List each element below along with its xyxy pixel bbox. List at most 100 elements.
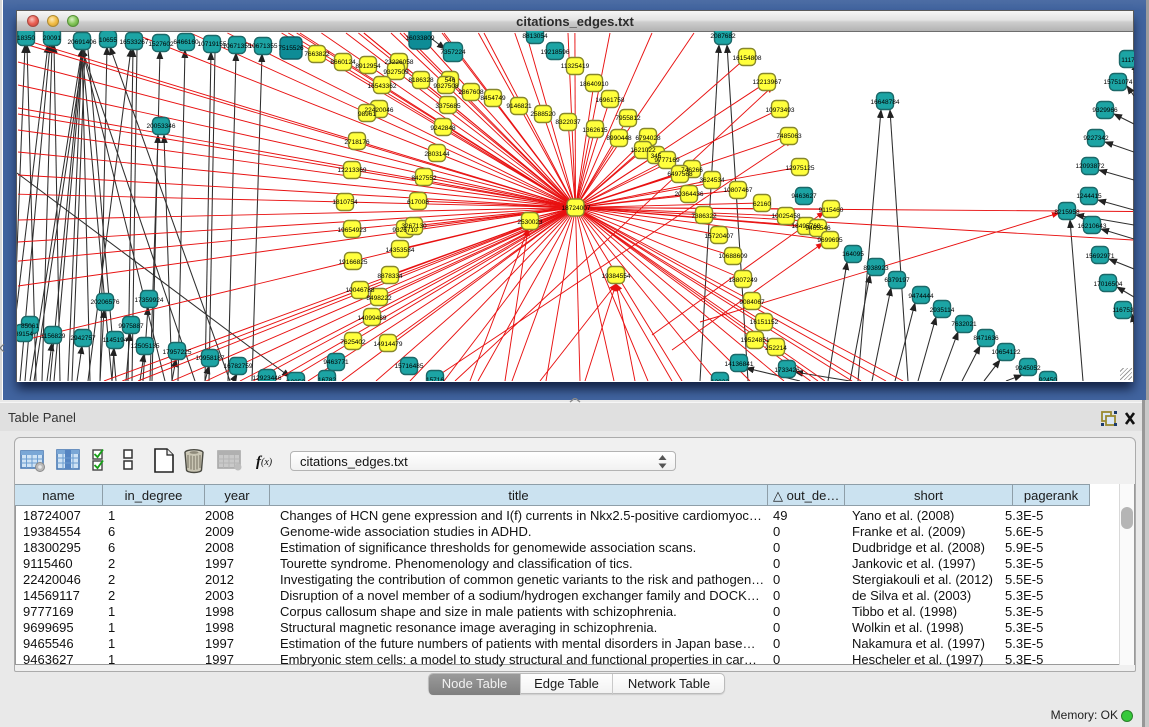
svg-text:9327509: 9327509 (383, 69, 409, 76)
svg-text:8427552: 8427552 (411, 175, 437, 182)
svg-text:17957225: 17957225 (163, 349, 192, 356)
svg-text:2718176: 2718176 (344, 139, 370, 146)
svg-text:18807249: 18807249 (729, 277, 758, 284)
svg-text:15751074: 15751074 (1104, 79, 1133, 86)
svg-text:62160: 62160 (753, 201, 771, 208)
svg-text:12505135: 12505135 (131, 343, 160, 350)
svg-text:20053346: 20053346 (147, 123, 176, 130)
svg-text:1244415: 1244415 (1076, 193, 1102, 200)
svg-text:2087682: 2087682 (710, 33, 736, 40)
svg-text:20364436: 20364436 (675, 191, 704, 198)
svg-text:10688609: 10688609 (719, 253, 748, 260)
svg-text:14914479: 14914479 (374, 341, 403, 348)
svg-text:8813054: 8813054 (522, 33, 548, 40)
svg-text:15720407: 15720407 (705, 233, 734, 240)
svg-text:20691406: 20691406 (68, 39, 97, 46)
svg-text:9115460: 9115460 (819, 207, 844, 214)
svg-text:1156829: 1156829 (41, 333, 66, 340)
svg-text:16782: 16782 (318, 377, 336, 381)
svg-text:16648784: 16648784 (871, 99, 900, 106)
svg-text:15716: 15716 (426, 377, 444, 381)
svg-text:12213369: 12213369 (338, 167, 367, 174)
svg-text:16210643: 16210643 (1078, 223, 1107, 230)
svg-text:2530023: 2530023 (517, 219, 543, 226)
svg-text:16151152: 16151152 (750, 319, 779, 326)
svg-text:12093872: 12093872 (1076, 163, 1105, 170)
svg-text:(x): (x) (261, 457, 273, 468)
svg-text:8990448: 8990448 (606, 135, 632, 142)
svg-text:16154808: 16154808 (733, 55, 762, 62)
svg-text:10973493: 10973493 (766, 107, 795, 114)
svg-text:10671355: 10671355 (223, 43, 252, 50)
svg-text:15692971: 15692971 (1086, 253, 1115, 260)
svg-text:9777169: 9777169 (654, 157, 680, 164)
svg-text:14099489: 14099489 (358, 315, 387, 322)
svg-text:18640910: 18640910 (580, 81, 609, 88)
svg-text:1527602: 1527602 (148, 41, 174, 48)
svg-text:10958: 10958 (287, 379, 305, 381)
svg-text:6379197: 6379197 (884, 277, 910, 284)
svg-text:1362615: 1362615 (582, 127, 608, 134)
svg-text:6794028: 6794028 (635, 135, 661, 142)
svg-text:10654122: 10654122 (992, 349, 1021, 356)
svg-text:3267130: 3267130 (401, 223, 427, 230)
svg-text:9242848: 9242848 (430, 125, 456, 132)
svg-text:12923: 12923 (711, 379, 729, 381)
svg-text:16961758: 16961758 (596, 97, 625, 104)
svg-text:8498222: 8498222 (366, 295, 392, 302)
svg-text:7485063: 7485063 (776, 133, 802, 140)
svg-text:9329966: 9329966 (1092, 107, 1118, 114)
svg-text:7663822: 7663822 (304, 51, 330, 58)
svg-text:9465546: 9465546 (805, 225, 831, 232)
svg-text:19384554: 19384554 (602, 273, 631, 280)
svg-text:252214: 252214 (765, 345, 787, 352)
svg-text:3375685: 3375685 (435, 103, 461, 110)
svg-text:19654923: 19654923 (338, 227, 367, 234)
svg-text:17016504: 17016504 (1094, 281, 1123, 288)
svg-text:2935114: 2935114 (930, 307, 955, 314)
svg-text:8471636: 8471636 (973, 335, 999, 342)
svg-text:164095: 164095 (842, 251, 864, 258)
svg-text:10807467: 10807467 (724, 187, 753, 194)
svg-text:3624534: 3624534 (699, 177, 725, 184)
svg-text:11325419: 11325419 (561, 63, 590, 70)
svg-text:9146821: 9146821 (506, 103, 532, 110)
svg-text:14136841: 14136841 (725, 361, 754, 368)
svg-text:6497568: 6497568 (667, 171, 693, 178)
svg-text:92450: 92450 (1039, 377, 1057, 381)
svg-text:7386322: 7386322 (691, 213, 717, 220)
svg-text:16782759: 16782759 (224, 363, 253, 370)
svg-text:8878334: 8878334 (377, 273, 403, 280)
svg-text:14353584: 14353584 (386, 247, 415, 254)
svg-text:8322037: 8322037 (555, 119, 581, 126)
svg-text:7955812: 7955812 (615, 115, 641, 122)
svg-text:1810754: 1810754 (332, 199, 358, 206)
svg-text:2803144: 2803144 (424, 151, 450, 158)
svg-text:16543362: 16543362 (368, 83, 397, 90)
svg-text:12213967: 12213967 (753, 79, 782, 86)
svg-text:10025458: 10025458 (772, 213, 801, 220)
svg-text:18724007: 18724007 (562, 205, 591, 212)
svg-text:39154: 39154 (17, 331, 33, 338)
svg-text:9084067: 9084067 (739, 299, 765, 306)
svg-text:9463627: 9463627 (791, 193, 817, 200)
svg-text:17359924: 17359924 (135, 297, 164, 304)
svg-text:9227342: 9227342 (1083, 135, 1109, 142)
svg-text:12923446: 12923446 (253, 375, 282, 381)
svg-text:19218596: 19218596 (541, 49, 570, 56)
svg-text:7357224: 7357224 (440, 49, 466, 56)
svg-text:8660124: 8660124 (330, 59, 356, 66)
svg-text:9327508: 9327508 (433, 83, 459, 90)
svg-text:7515526: 7515526 (278, 45, 304, 52)
svg-text:23226058: 23226058 (385, 59, 414, 66)
svg-text:1145194: 1145194 (103, 337, 128, 344)
svg-text:16533267: 16533267 (120, 39, 149, 46)
svg-text:10655: 10655 (99, 37, 117, 44)
svg-text:10671355: 10671355 (249, 43, 278, 50)
svg-text:9474444: 9474444 (908, 293, 934, 300)
svg-text:10046788: 10046788 (346, 287, 375, 294)
svg-text:15716485: 15716485 (395, 363, 424, 370)
svg-text:20091: 20091 (43, 35, 61, 42)
svg-text:20206576: 20206576 (91, 299, 120, 306)
svg-text:8912954: 8912954 (355, 63, 381, 70)
